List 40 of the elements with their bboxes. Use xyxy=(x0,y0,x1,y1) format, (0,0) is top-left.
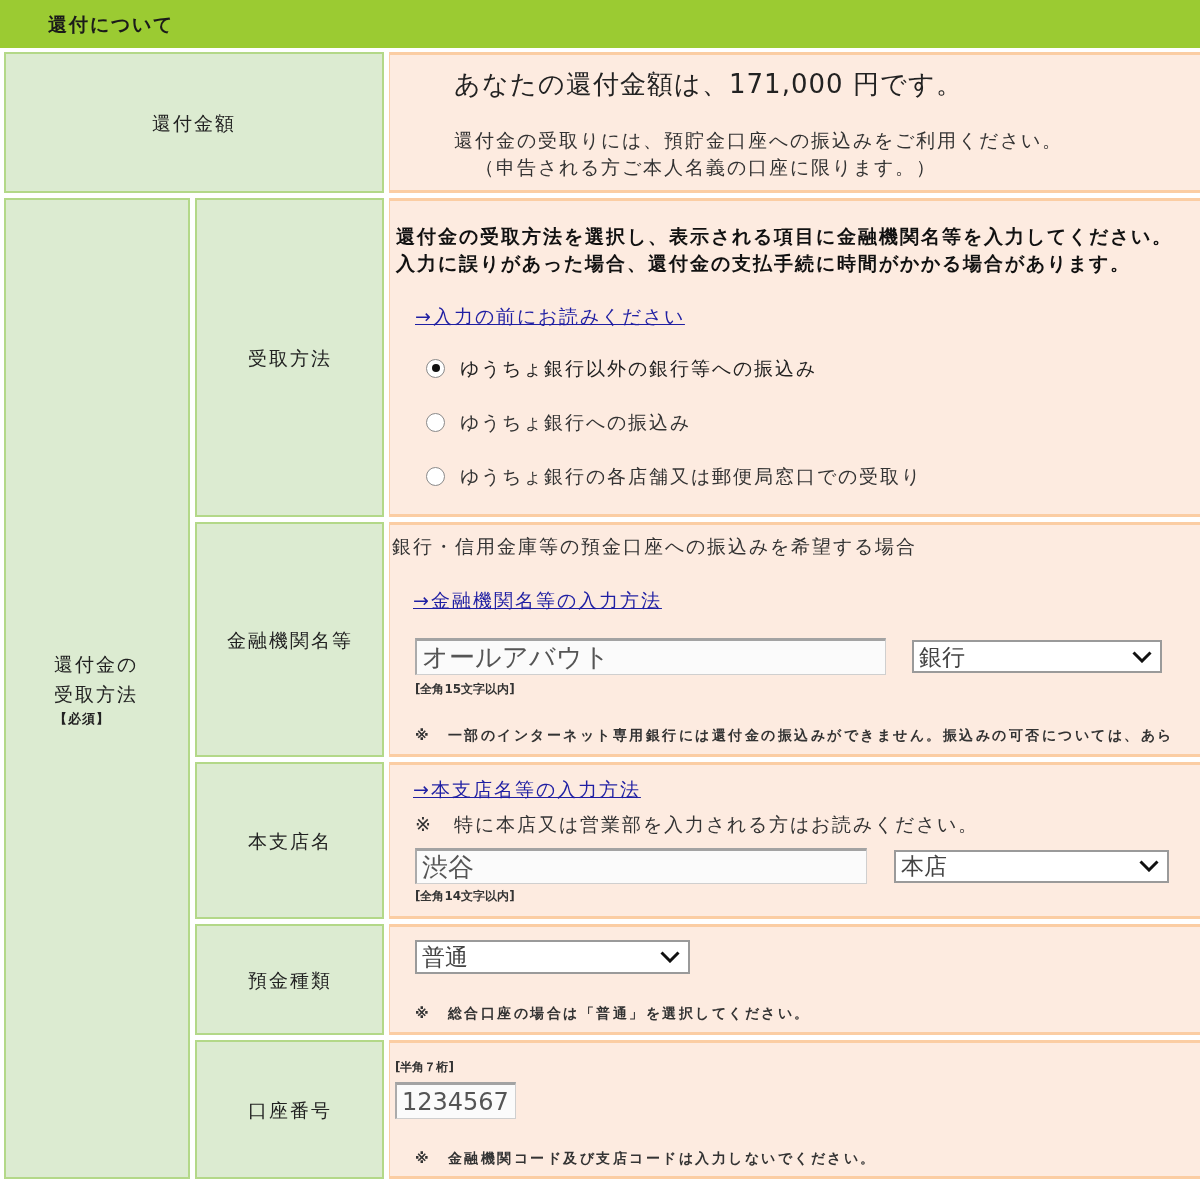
input-hint: [全角15文字以内] xyxy=(415,682,515,696)
chevron-down-icon xyxy=(1139,860,1159,872)
radio-button[interactable] xyxy=(426,412,445,432)
instruction-text: 入力に誤りがあった場合、還付金の支払手続に時間がかかる場合があります。 xyxy=(396,251,1131,276)
required-tag: 【必須】 xyxy=(54,708,110,729)
field-label: 口座番号 xyxy=(247,1097,332,1122)
radio-label[interactable]: ゆうちょ銀行への振込み xyxy=(460,408,691,436)
radio-label[interactable]: ゆうちょ銀行の各店舗又は郵便局窓口での受取り xyxy=(460,462,922,490)
dropdown[interactable]: 本店 xyxy=(894,849,1169,883)
help-link[interactable]: →入力の前にお読みください xyxy=(415,303,685,330)
note-text: ※ 一部のインターネット専用銀行には還付金の振込みができません。振込みの可否については、あら xyxy=(415,726,1174,745)
text-field[interactable]: オールアバウト xyxy=(415,638,886,675)
text-field[interactable]: 1234567 xyxy=(395,1082,516,1119)
instruction-text: 還付金の受取方法を選択し、表示される項目に金融機関名等を入力してください。 xyxy=(396,224,1173,249)
radio-label[interactable]: ゆうちょ銀行以外の銀行等への振込み xyxy=(460,354,817,382)
text-field[interactable]: 渋谷 xyxy=(415,848,867,884)
dropdown[interactable]: 普通 xyxy=(415,940,690,974)
chevron-down-icon xyxy=(1132,650,1152,663)
notice-text: 還付金の受取りには、預貯金口座への振込みをご利用ください。 xyxy=(454,128,1063,153)
notice-text: ※ 特に本店又は営業部を入力される方はお読みください。 xyxy=(415,812,979,837)
field-label: 受取方法 xyxy=(247,345,332,370)
help-link[interactable]: →金融機関名等の入力方法 xyxy=(413,587,662,614)
field-label: 還付金額 xyxy=(152,110,236,135)
field-label: 金融機関名等 xyxy=(226,627,353,652)
field-label: 預金種類 xyxy=(247,967,332,992)
note-text: ※ 金融機関コード及び支店コードは入力しないでください。 xyxy=(415,1149,877,1168)
dropdown[interactable]: 銀行 xyxy=(912,640,1162,673)
notice-text: （申告される方ご本人名義の口座に限ります。） xyxy=(475,155,937,180)
intro-text: 銀行・信用金庫等の預金口座への振込みを希望する場合 xyxy=(392,534,917,559)
field-label: 還付金の受取方法 xyxy=(54,651,139,707)
section-title: 還付について xyxy=(48,12,174,36)
chevron-down-icon xyxy=(660,951,680,963)
refund-amount-text: あなたの還付金額は、171,000 円です。 xyxy=(454,68,963,101)
input-hint: [半角７桁] xyxy=(395,1060,454,1074)
help-link[interactable]: →本支店名等の入力方法 xyxy=(413,776,641,803)
field-label: 本支店名 xyxy=(247,828,332,853)
radio-button[interactable] xyxy=(426,466,445,486)
note-text: ※ 総合口座の場合は「普通」を選択してください。 xyxy=(415,1004,811,1023)
radio-button[interactable] xyxy=(426,358,445,378)
input-hint: [全角14文字以内] xyxy=(415,889,515,903)
